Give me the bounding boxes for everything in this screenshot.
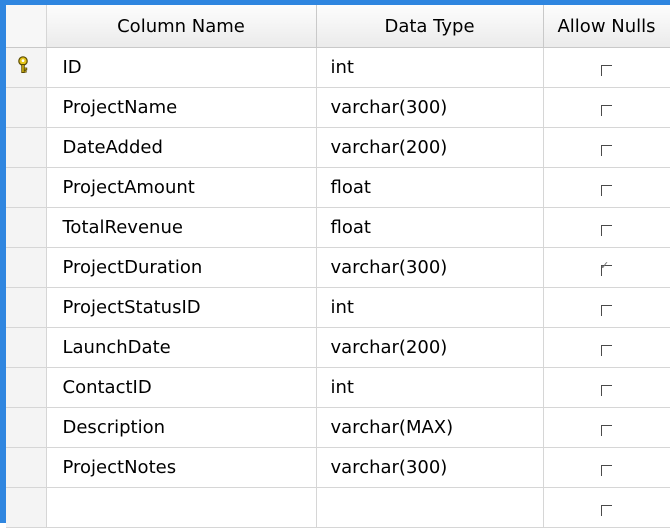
table-row[interactable] bbox=[6, 487, 670, 528]
row-selector[interactable] bbox=[6, 487, 47, 528]
data-type-cell[interactable]: varchar(300) bbox=[316, 87, 544, 128]
column-name-cell[interactable]: ProjectNotes bbox=[46, 447, 317, 488]
row-selector[interactable] bbox=[6, 447, 47, 488]
allow-nulls-cell bbox=[543, 327, 670, 368]
table-row[interactable]: ProjectStatusID int bbox=[6, 287, 670, 328]
row-selector[interactable] bbox=[6, 247, 47, 288]
data-type-cell[interactable]: float bbox=[316, 207, 544, 248]
allow-nulls-checkbox[interactable] bbox=[601, 464, 612, 476]
table-row[interactable]: DateAdded varchar(200) bbox=[6, 127, 670, 168]
primary-key-icon bbox=[16, 56, 30, 79]
data-type-cell[interactable]: float bbox=[316, 167, 544, 208]
column-name-cell[interactable]: ProjectDuration bbox=[46, 247, 317, 288]
data-type-cell[interactable]: int bbox=[316, 367, 544, 408]
row-selector-header[interactable] bbox=[6, 5, 47, 48]
table-row[interactable]: Description varchar(MAX) bbox=[6, 407, 670, 448]
column-name-cell[interactable]: TotalRevenue bbox=[46, 207, 317, 248]
row-selector[interactable] bbox=[6, 367, 47, 408]
allow-nulls-cell bbox=[543, 207, 670, 248]
data-type-cell[interactable]: varchar(300) bbox=[316, 447, 544, 488]
row-selector[interactable] bbox=[6, 207, 47, 248]
column-name-cell[interactable]: ProjectAmount bbox=[46, 167, 317, 208]
table-row[interactable]: ProjectAmount float bbox=[6, 167, 670, 208]
allow-nulls-cell bbox=[543, 127, 670, 168]
row-selector[interactable] bbox=[6, 47, 47, 88]
allow-nulls-checkbox[interactable] bbox=[601, 104, 612, 116]
allow-nulls-cell bbox=[543, 287, 670, 328]
data-type-cell[interactable]: int bbox=[316, 47, 544, 88]
allow-nulls-checkbox[interactable] bbox=[601, 504, 612, 516]
table-row[interactable]: ProjectNotes varchar(300) bbox=[6, 447, 670, 488]
allow-nulls-cell bbox=[543, 447, 670, 488]
allow-nulls-checkbox[interactable] bbox=[601, 344, 612, 356]
column-name-cell[interactable]: ID bbox=[46, 47, 317, 88]
column-name-cell[interactable]: ContactID bbox=[46, 367, 317, 408]
row-selector[interactable] bbox=[6, 167, 47, 208]
allow-nulls-checkbox[interactable] bbox=[601, 184, 612, 196]
data-type-cell[interactable]: int bbox=[316, 287, 544, 328]
data-type-cell[interactable]: varchar(300) bbox=[316, 247, 544, 288]
allow-nulls-checkbox[interactable] bbox=[601, 64, 612, 76]
column-name-header[interactable]: Column Name bbox=[46, 5, 317, 48]
row-selector[interactable] bbox=[6, 87, 47, 128]
table-designer-grid: Column Name Data Type Allow Nulls ID int P… bbox=[6, 5, 670, 528]
data-type-cell[interactable]: varchar(200) bbox=[316, 327, 544, 368]
table-row[interactable]: LaunchDate varchar(200) bbox=[6, 327, 670, 368]
column-name-cell[interactable]: Description bbox=[46, 407, 317, 448]
allow-nulls-checkbox[interactable] bbox=[601, 144, 612, 156]
allow-nulls-cell bbox=[543, 487, 670, 528]
allow-nulls-checkbox[interactable] bbox=[601, 424, 612, 436]
data-type-header[interactable]: Data Type bbox=[316, 5, 544, 48]
row-selector[interactable] bbox=[6, 127, 47, 168]
column-definition-table: Column Name Data Type Allow Nulls ID int P… bbox=[6, 5, 670, 528]
column-name-cell[interactable] bbox=[46, 487, 317, 528]
allow-nulls-cell bbox=[543, 247, 670, 288]
column-name-cell[interactable]: ProjectStatusID bbox=[46, 287, 317, 328]
data-type-cell[interactable] bbox=[316, 487, 544, 528]
table-row[interactable]: ContactID int bbox=[6, 367, 670, 408]
data-type-cell[interactable]: varchar(200) bbox=[316, 127, 544, 168]
column-name-cell[interactable]: DateAdded bbox=[46, 127, 317, 168]
allow-nulls-cell bbox=[543, 167, 670, 208]
header-row: Column Name Data Type Allow Nulls bbox=[6, 5, 670, 48]
row-selector[interactable] bbox=[6, 407, 47, 448]
row-selector[interactable] bbox=[6, 327, 47, 368]
allow-nulls-cell bbox=[543, 47, 670, 88]
allow-nulls-checkbox[interactable] bbox=[601, 384, 612, 396]
row-selector[interactable] bbox=[6, 287, 47, 328]
allow-nulls-checkbox[interactable] bbox=[601, 304, 612, 316]
allow-nulls-cell bbox=[543, 367, 670, 408]
column-name-cell[interactable]: LaunchDate bbox=[46, 327, 317, 368]
table-row[interactable]: ID int bbox=[6, 47, 670, 88]
allow-nulls-cell bbox=[543, 87, 670, 128]
table-row[interactable]: TotalRevenue float bbox=[6, 207, 670, 248]
allow-nulls-header[interactable]: Allow Nulls bbox=[543, 5, 670, 48]
column-name-cell[interactable]: ProjectName bbox=[46, 87, 317, 128]
allow-nulls-checkbox[interactable] bbox=[601, 224, 612, 236]
allow-nulls-checkbox[interactable] bbox=[600, 259, 612, 276]
table-row[interactable]: ProjectDuration varchar(300) bbox=[6, 247, 670, 288]
allow-nulls-cell bbox=[543, 407, 670, 448]
data-type-cell[interactable]: varchar(MAX) bbox=[316, 407, 544, 448]
table-row[interactable]: ProjectName varchar(300) bbox=[6, 87, 670, 128]
